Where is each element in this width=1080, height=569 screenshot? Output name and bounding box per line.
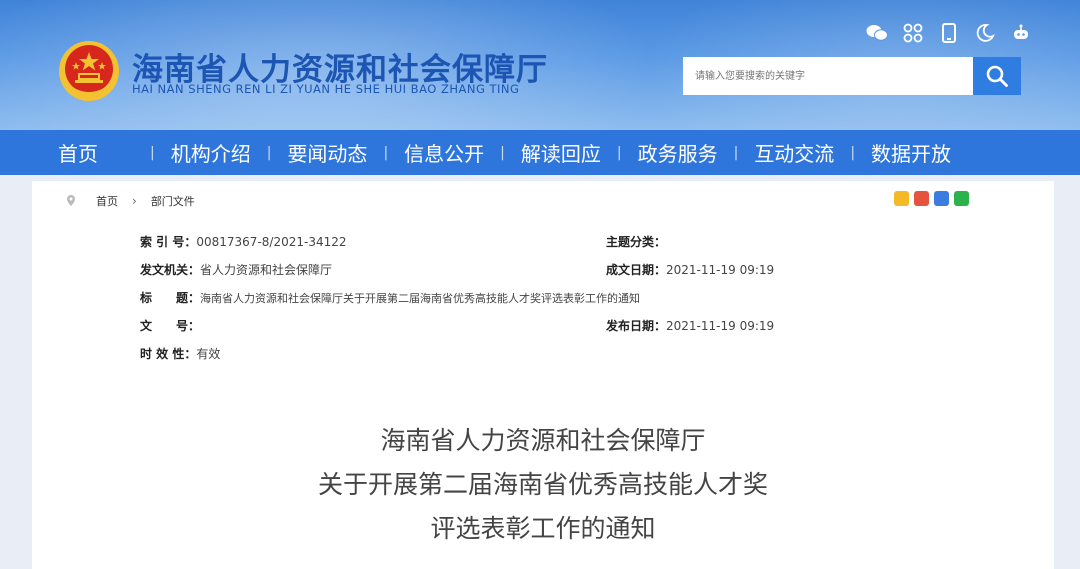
search-icon [986,65,1008,87]
breadcrumb-home[interactable]: 首页 [96,193,118,209]
nav-separator: | [616,144,622,161]
nav-item-news[interactable]: 要闻动态 [287,138,367,167]
nav-item-open-data[interactable]: 数据开放 [871,138,951,167]
meta-title: 标 题：海南省人力资源和社会保障厅关于开展第二届海南省优秀高技能人才奖评选表彰工… [140,289,640,306]
nav-item-interpretation[interactable]: 解读回应 [521,138,601,167]
meta-date-value: 2021-11-19 09:19 [666,263,775,277]
nav-item-home[interactable]: 首页 [58,138,98,167]
document-title-line1: 海南省人力资源和社会保障厅 [380,426,706,455]
nav-item-interaction[interactable]: 互动交流 [754,138,834,167]
nav-separator: | [850,144,856,161]
nav-separator: | [150,144,155,161]
location-icon [67,195,75,206]
national-emblem-icon [59,41,119,101]
meta-index-label: 索 引 号： [140,235,197,249]
document-title-line2: 关于开展第二届海南省优秀高技能人才奖 [317,470,768,499]
nav-separator: | [733,144,739,161]
meta-issuer: 发文机关：省人力资源和社会保障厅 [140,261,332,278]
search-button[interactable] [973,57,1021,95]
meta-docno-label: 文 号： [140,319,201,333]
document-title-line3: 评选表彰工作的通知 [430,514,656,543]
robot-icon[interactable] [1010,22,1032,44]
people-icon[interactable] [934,191,949,206]
meta-title-value: 海南省人力资源和社会保障厅关于开展第二届海南省优秀高技能人才奖评选表彰工作的通知 [200,292,641,305]
meta-title-label: 标 题： [140,291,201,305]
breadcrumb-arrow-icon: › [132,194,137,208]
meta-topic-label: 主题分类： [606,235,667,249]
meta-publish: 发布日期：2021-11-19 09:19 [606,317,774,334]
meta-validity-value: 有效 [196,347,221,361]
night-mode-icon[interactable] [974,22,996,44]
nav-separator: | [266,144,272,161]
meta-date-label: 成文日期： [606,263,667,277]
share-bar [894,191,969,206]
meta-index: 索 引 号：00817367-8/2021-34122 [140,233,347,250]
nav-item-about[interactable]: 机构介绍 [171,138,251,167]
qzone-icon[interactable] [894,191,909,206]
search-input[interactable] [683,57,973,95]
meta-publish-value: 2021-11-19 09:19 [666,319,775,333]
wechat-share-icon[interactable] [954,191,969,206]
content-panel: 首页 › 部门文件 索 引 号：00817367-8/2021-34122 主题… [32,181,1054,569]
meta-topic: 主题分类： [606,233,666,250]
nav-item-disclosure[interactable]: 信息公开 [404,138,484,167]
site-subtitle: HAI NAN SHENG REN LI ZI YUAN HE SHE HUI … [132,82,520,96]
meta-publish-label: 发布日期： [606,319,667,333]
nav-separator: | [383,144,389,161]
meta-issuer-value: 省人力资源和社会保障厅 [200,263,333,277]
meta-issuer-label: 发文机关： [140,263,201,277]
breadcrumb-current[interactable]: 部门文件 [151,193,195,209]
breadcrumb: 首页 › 部门文件 [66,193,195,209]
meta-date: 成文日期：2021-11-19 09:19 [606,261,774,278]
nav-separator: | [500,144,505,161]
main-nav: 首页 | 机构介绍 | 要闻动态 | 信息公开 | 解读回应 | 政务服务 | … [0,130,1080,175]
meta-validity-label: 时 效 性： [140,347,197,361]
nav-item-services[interactable]: 政务服务 [638,138,718,167]
mobile-icon[interactable] [938,22,960,44]
site-header: 海南省人力资源和社会保障厅 HAI NAN SHENG REN LI ZI YU… [0,0,1080,130]
app-grid-icon[interactable] [902,22,924,44]
meta-index-value: 00817367-8/2021-34122 [196,235,347,249]
wechat-icon[interactable] [866,22,888,44]
meta-docno: 文 号： [140,317,200,334]
meta-validity: 时 效 性：有效 [140,345,220,362]
weibo-icon[interactable] [914,191,929,206]
top-toolbar [866,22,1032,44]
